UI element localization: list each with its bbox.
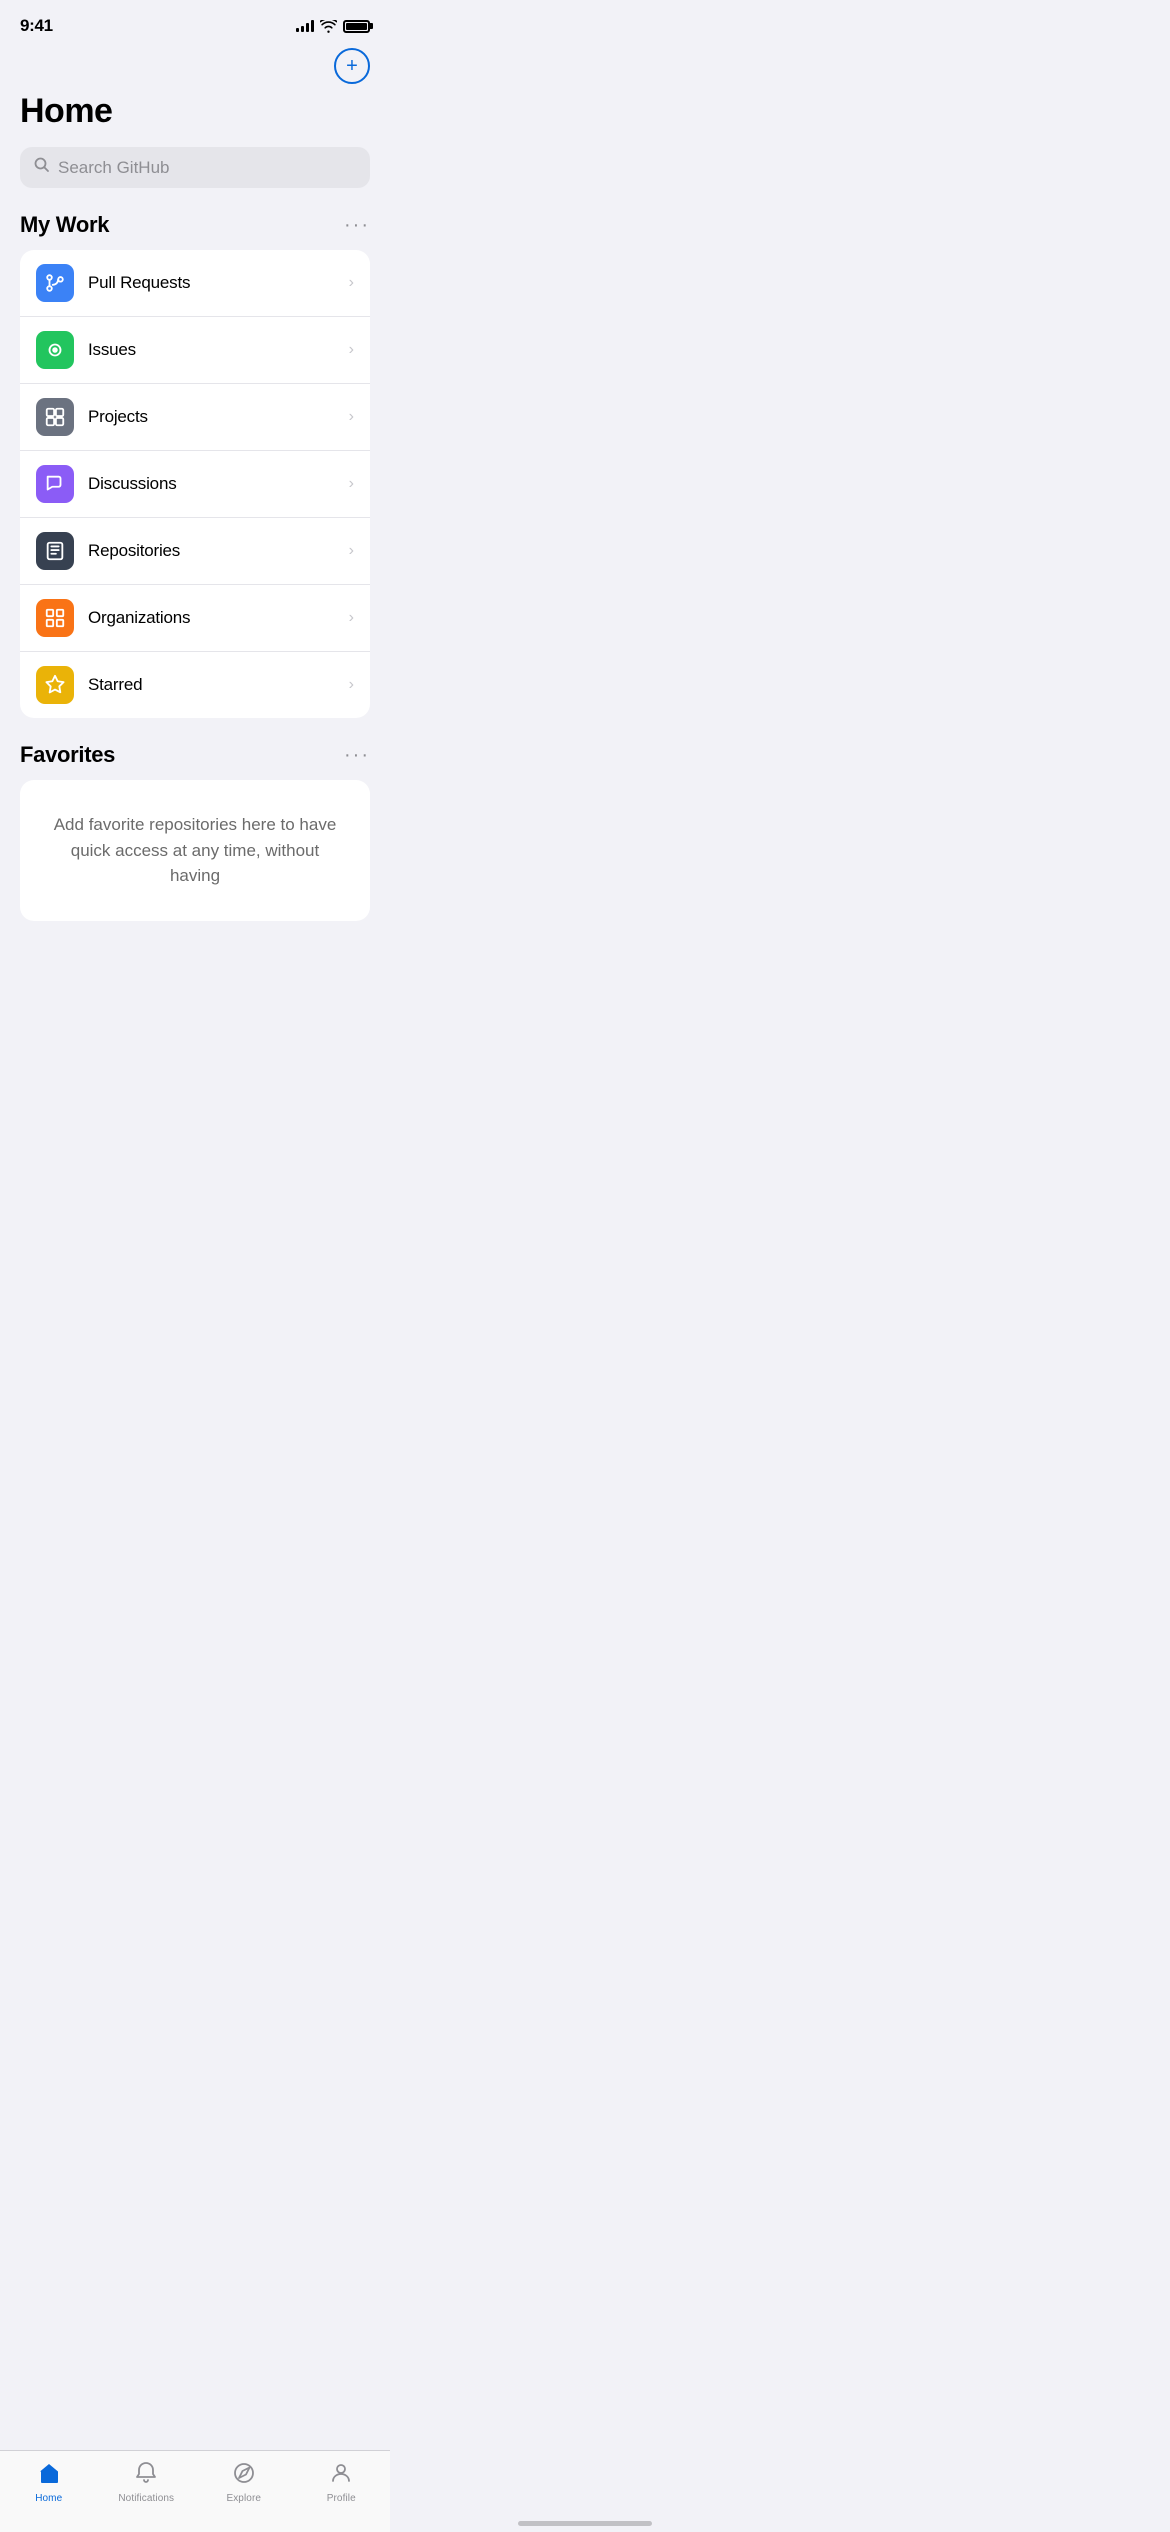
status-icons [296, 20, 370, 33]
projects-icon [36, 398, 74, 436]
repositories-item[interactable]: Repositories › [20, 518, 370, 585]
favorites-title: Favorites [20, 742, 115, 768]
issues-icon [36, 331, 74, 369]
projects-chevron: › [349, 408, 354, 426]
page-title: Home [20, 92, 370, 131]
starred-item[interactable]: Starred › [20, 652, 370, 718]
home-tab-label: Home [35, 2493, 62, 2504]
search-bar[interactable]: Search GitHub [20, 147, 370, 188]
signal-icon [296, 20, 314, 32]
discussions-chevron: › [349, 475, 354, 493]
starred-label: Starred [88, 675, 335, 695]
organizations-icon [36, 599, 74, 637]
wifi-icon [320, 20, 337, 33]
status-time: 9:41 [20, 16, 53, 36]
explore-tab-label: Explore [226, 2493, 261, 2504]
explore-tab-icon [232, 2461, 256, 2490]
add-button[interactable]: + [334, 48, 370, 84]
projects-item[interactable]: Projects › [20, 384, 370, 451]
favorites-card: Add favorite repositories here to have q… [20, 780, 370, 921]
favorites-placeholder-text: Add favorite repositories here to have q… [44, 812, 346, 889]
status-bar: 9:41 [0, 0, 390, 44]
discussions-icon [36, 465, 74, 503]
notifications-tab-icon [134, 2461, 158, 2490]
battery-icon [343, 20, 370, 33]
starred-icon [36, 666, 74, 704]
profile-tab-icon [329, 2461, 353, 2490]
my-work-list: Pull Requests › Issues › [20, 250, 370, 718]
issues-item[interactable]: Issues › [20, 317, 370, 384]
tab-profile[interactable]: Profile [306, 2461, 376, 2504]
notifications-tab-label: Notifications [118, 2493, 174, 2504]
search-icon [34, 157, 50, 178]
favorites-section: Favorites ··· Add favorite repositories … [0, 742, 390, 945]
search-container[interactable]: Search GitHub [0, 147, 390, 212]
organizations-label: Organizations [88, 608, 335, 628]
starred-chevron: › [349, 676, 354, 694]
organizations-chevron: › [349, 609, 354, 627]
my-work-section: My Work ··· Pull Requests › [0, 212, 390, 742]
my-work-title: My Work [20, 212, 109, 238]
header: + [0, 44, 390, 88]
discussions-item[interactable]: Discussions › [20, 451, 370, 518]
issues-label: Issues [88, 340, 335, 360]
pull-requests-icon [36, 264, 74, 302]
pull-requests-item[interactable]: Pull Requests › [20, 250, 370, 317]
tab-explore[interactable]: Explore [209, 2461, 279, 2504]
home-indicator [518, 2521, 652, 2526]
pull-requests-label: Pull Requests [88, 273, 335, 293]
page-title-section: Home [0, 88, 390, 147]
repositories-icon [36, 532, 74, 570]
discussions-label: Discussions [88, 474, 335, 494]
favorites-more-button[interactable]: ··· [344, 745, 370, 765]
tab-home[interactable]: Home [14, 2461, 84, 2504]
search-placeholder: Search GitHub [58, 158, 170, 178]
repositories-chevron: › [349, 542, 354, 560]
tab-notifications[interactable]: Notifications [111, 2461, 181, 2504]
favorites-header: Favorites ··· [20, 742, 370, 768]
organizations-item[interactable]: Organizations › [20, 585, 370, 652]
profile-tab-label: Profile [327, 2493, 356, 2504]
home-tab-icon [37, 2461, 61, 2490]
projects-label: Projects [88, 407, 335, 427]
my-work-more-button[interactable]: ··· [344, 215, 370, 235]
tab-bar: Home Notifications Explore Profile [0, 2450, 390, 2532]
pull-requests-chevron: › [349, 274, 354, 292]
repositories-label: Repositories [88, 541, 335, 561]
issues-chevron: › [349, 341, 354, 359]
my-work-header: My Work ··· [20, 212, 370, 238]
